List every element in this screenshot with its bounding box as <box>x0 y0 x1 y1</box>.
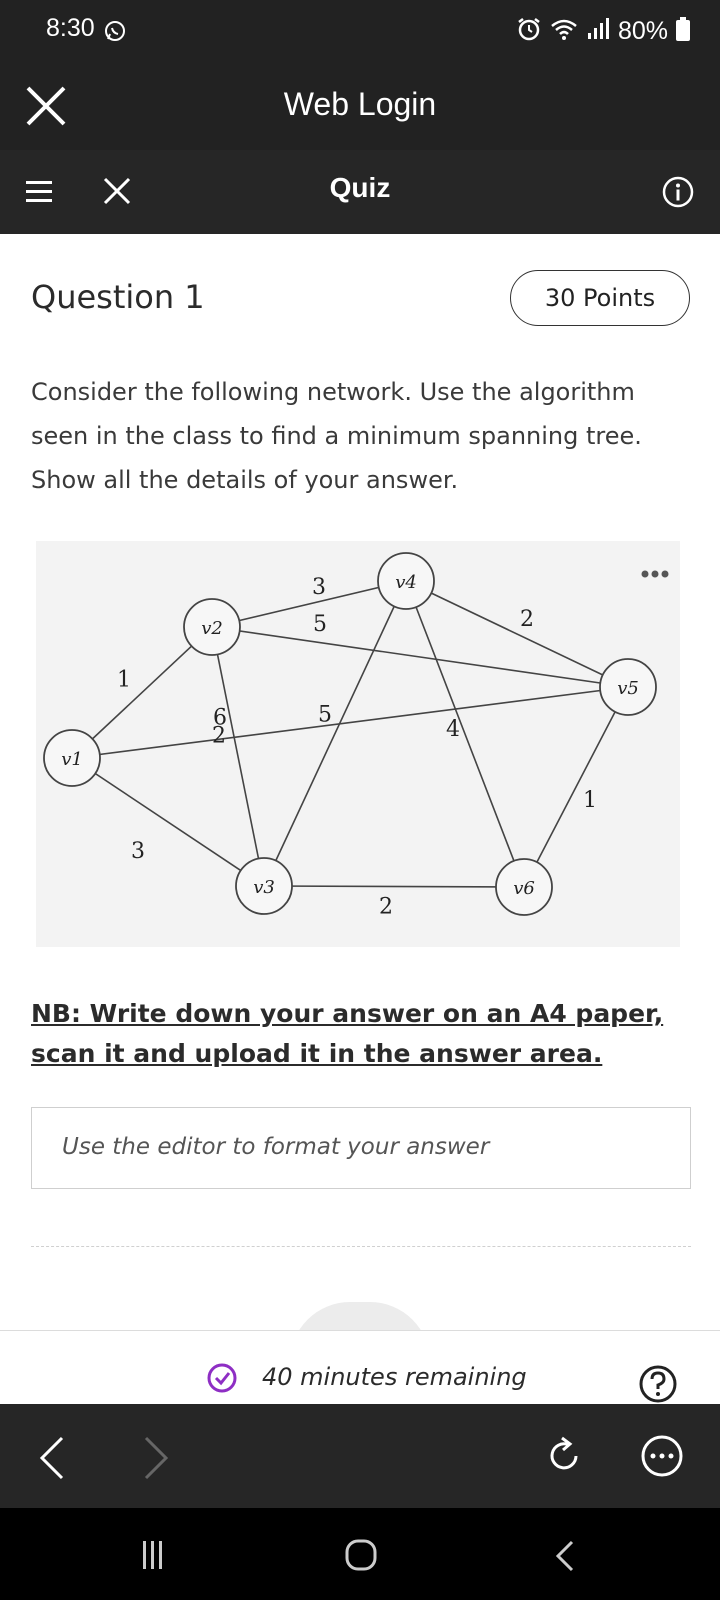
answer-editor[interactable]: Use the editor to format your answer <box>31 1107 691 1189</box>
edge-v4-v6 <box>405 580 525 888</box>
chevron-left-icon[interactable] <box>36 1436 68 1484</box>
edge-weight-v2-v4: 3 <box>312 575 326 600</box>
status-time: 8:30 <box>46 14 95 42</box>
edge-v5-v6 <box>523 686 629 888</box>
edge-weight-v3-v6: 2 <box>379 895 393 920</box>
help-icon[interactable] <box>638 1364 678 1408</box>
chevron-right-icon[interactable] <box>140 1436 172 1484</box>
edge-v3-v4 <box>263 580 407 887</box>
edge-v2-v4 <box>211 580 407 628</box>
editor-placeholder: Use the editor to format your answer <box>62 1134 490 1160</box>
timer-icon <box>206 1362 238 1398</box>
edge-weight-v4-v6: 4 <box>446 717 460 742</box>
edge-weight-v3-v4: 5 <box>318 703 332 728</box>
more-icon[interactable] <box>640 1434 684 1482</box>
alarm-icon <box>516 16 542 46</box>
edge-weight-v2-v5: 5 <box>313 612 327 637</box>
edge-v2-v3 <box>211 626 265 887</box>
node-label-v4: v4 <box>395 572 417 593</box>
system-nav-bar <box>0 1508 720 1600</box>
node-label-v2: v2 <box>201 618 223 639</box>
edge-v3-v6 <box>263 885 525 888</box>
divider <box>31 1246 691 1247</box>
question-heading: Question 1 <box>31 278 205 316</box>
info-icon[interactable] <box>662 176 694 208</box>
recent-apps-icon[interactable] <box>142 1540 164 1574</box>
node-label-v1: v1 <box>61 749 83 770</box>
status-bar: 8:30 80% <box>0 0 720 62</box>
refresh-icon[interactable] <box>542 1434 586 1482</box>
home-icon[interactable] <box>344 1538 378 1576</box>
node-label-v5: v5 <box>617 678 639 699</box>
node-label-v6: v6 <box>513 878 535 899</box>
signal-icon <box>586 17 610 45</box>
quiz-nav-bar <box>0 1404 720 1508</box>
edge-weight-v4-v5: 2 <box>520 607 534 632</box>
node-label-v3: v3 <box>253 877 275 898</box>
timer-text: 40 minutes remaining <box>262 1363 527 1391</box>
network-graph: 16335252241v1v2v3v4v5v6 <box>43 552 657 920</box>
edge-weight-v1-v2: 1 <box>117 668 131 693</box>
points-badge: 30 Points <box>510 270 690 326</box>
whatsapp-icon <box>104 20 126 46</box>
battery-icon <box>676 17 690 45</box>
more-icon[interactable] <box>640 569 670 579</box>
edge-weight-v5-v6: 1 <box>583 788 597 813</box>
network-figure: 1 6 3 3 5 2 5 2 2 4 1 v1 v2 v3 v4 v5 v6 <box>36 541 680 947</box>
edge-weight-v2-v3: 2 <box>212 724 226 749</box>
edge-v1-v3 <box>71 757 265 887</box>
edge-weight-v1-v3: 3 <box>131 839 145 864</box>
web-login-header: Web Login <box>0 62 720 150</box>
status-icons: 80% <box>516 14 690 48</box>
upload-note: NB: Write down your answer on an A4 pape… <box>31 999 664 1068</box>
wifi-icon <box>550 17 578 45</box>
quiz-title: Quiz <box>329 172 391 203</box>
edge-v1-v5 <box>71 686 629 759</box>
question-text: Consider the following network. Use the … <box>31 378 642 494</box>
back-icon[interactable] <box>554 1540 576 1576</box>
battery-level: 80% <box>617 16 668 45</box>
web-login-title: Web Login <box>283 86 437 122</box>
quiz-header: Quiz <box>0 150 720 234</box>
